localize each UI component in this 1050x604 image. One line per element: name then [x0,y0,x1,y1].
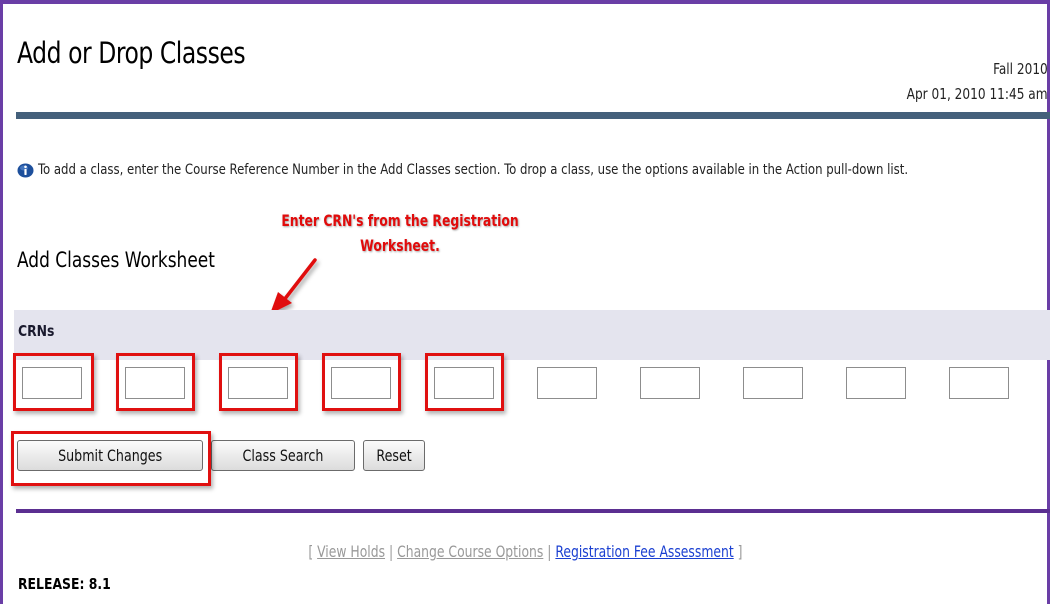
crn-header-band [14,310,1050,360]
crn-input-4[interactable] [331,367,391,399]
annotation-line-1: Enter CRN's from the Registration [281,211,519,230]
bracket-close: ] [737,542,743,561]
submit-changes-label: Submit Changes [57,446,163,465]
submit-changes-button[interactable]: Submit Changes [17,440,203,471]
info-icon [17,163,34,178]
class-search-button[interactable]: Class Search [211,440,355,471]
link-separator: | [546,542,552,561]
worksheet-title: Add Classes Worksheet [17,248,215,272]
reset-button[interactable]: Reset [363,440,425,471]
footer-links: [ View Holds | Change Course Options | R… [0,542,1050,561]
crn-input-7[interactable] [640,367,700,399]
footer-divider-bar [16,509,1050,513]
datetime-label: Apr 01, 2010 11:45 am [907,85,1048,103]
reset-label: Reset [376,446,412,465]
crn-input-10[interactable] [949,367,1009,399]
crn-input-6[interactable] [537,367,597,399]
registration-fee-assessment-link[interactable]: Registration Fee Assessment [555,542,733,561]
term-label: Fall 2010 [993,60,1048,78]
header-divider-bar [16,112,1050,119]
crn-input-2[interactable] [125,367,185,399]
crn-input-3[interactable] [228,367,288,399]
instructions-text: To add a class, enter the Course Referen… [38,162,909,178]
change-course-options-link[interactable]: Change Course Options [397,542,543,561]
crn-input-8[interactable] [743,367,803,399]
crn-input-5[interactable] [434,367,494,399]
crn-label: CRNs [18,322,55,340]
release-label: RELEASE: 8.1 [18,575,111,593]
bracket-open: [ [307,542,313,561]
link-separator: | [388,542,393,561]
crn-input-9[interactable] [846,367,906,399]
page-title: Add or Drop Classes [17,36,246,70]
view-holds-link[interactable]: View Holds [317,542,385,561]
window-frame-left [0,0,3,604]
class-search-label: Class Search [242,446,324,465]
crn-input-1[interactable] [22,367,82,399]
window-frame-top [0,0,1050,4]
